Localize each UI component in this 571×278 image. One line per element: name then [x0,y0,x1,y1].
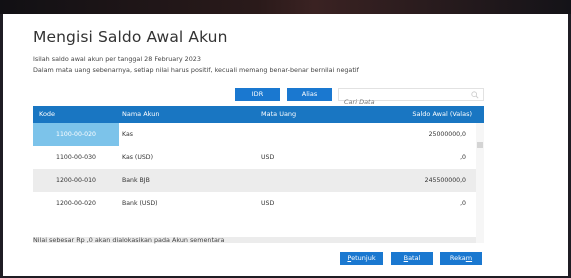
dialog-window: Mengisi Saldo Awal Akun Isilah saldo awa… [3,14,568,276]
cell-nama-akun[interactable]: Kas (USD) [122,146,153,169]
idr-button[interactable]: IDR [235,88,280,101]
info-text-date: Isilah saldo awal akun per tanggal 28 Fe… [33,55,201,63]
vertical-scroll-thumb[interactable] [477,142,483,148]
table-row[interactable]: 1100-00-020 Kas 25000000,0 [33,123,476,146]
batal-button[interactable]: Batal [391,252,433,265]
cell-kode[interactable]: 1200-00-010 [33,169,119,192]
cell-mata-uang[interactable]: USD [261,192,274,215]
cell-mata-uang[interactable]: USD [261,146,274,169]
allocation-note: Nilai sebesar Rp ,0 akan dialokasikan pa… [33,236,225,244]
page-title: Mengisi Saldo Awal Akun [33,28,228,46]
petunjuk-button[interactable]: Petunjuk [340,252,383,265]
window-top-strip [0,0,571,14]
cell-nama-akun[interactable]: Bank (USD) [122,192,158,215]
search-icon[interactable] [471,91,479,99]
cell-saldo-awal[interactable]: 245500000,0 [425,169,466,192]
petunjuk-label-post: etunjuk [351,254,376,262]
column-header-nama-akun[interactable]: Nama Akun [122,106,159,123]
cell-saldo-awal[interactable]: ,0 [460,192,466,215]
vertical-scrollbar[interactable] [476,123,484,243]
column-header-mata-uang[interactable]: Mata Uang [261,106,296,123]
column-header-saldo-awal[interactable]: Saldo Awal (Valas) [412,106,472,123]
cell-nama-akun[interactable]: Bank BJB [122,169,150,192]
table-row[interactable]: 1200-00-010 Bank BJB 245500000,0 [33,169,476,192]
alias-button[interactable]: Alias [287,88,332,101]
table-row[interactable]: 1100-00-030 Kas (USD) USD ,0 [33,146,476,169]
rekam-shortcut-key: m [465,254,473,262]
rekam-button[interactable]: Rekam [440,252,482,265]
cell-kode[interactable]: 1100-00-030 [33,146,119,169]
cell-kode[interactable]: 1100-00-020 [33,123,119,146]
cell-saldo-awal[interactable]: ,0 [460,146,466,169]
table-header: Kode Nama Akun Mata Uang Saldo Awal (Val… [33,106,484,123]
batal-label-post: atal [408,254,421,262]
rekam-label-pre: Reka [449,254,466,262]
cell-nama-akun[interactable]: Kas [122,123,133,146]
search-box [338,88,484,108]
cell-saldo-awal[interactable]: 25000000,0 [429,123,466,146]
table-row[interactable]: 1200-00-020 Bank (USD) USD ,0 [33,192,476,215]
column-header-kode[interactable]: Kode [39,106,55,123]
account-table: Kode Nama Akun Mata Uang Saldo Awal (Val… [33,106,484,243]
cell-kode[interactable]: 1200-00-020 [33,192,119,215]
info-text-currency: Dalam mata uang sebenarnya, setiap nilai… [33,66,359,74]
